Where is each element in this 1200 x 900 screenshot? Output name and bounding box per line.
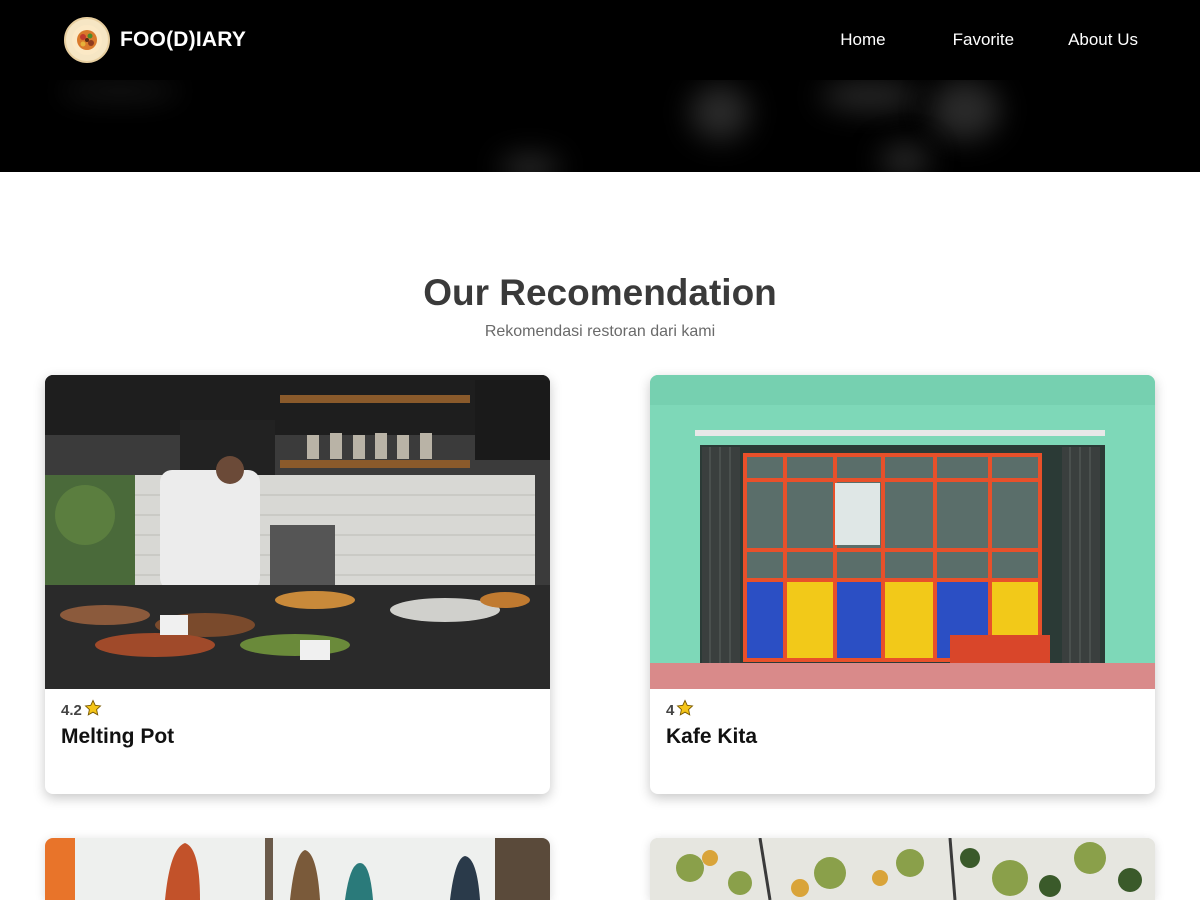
restaurant-image <box>650 838 1155 900</box>
section-subtitle: Rekomendasi restoran dari kami <box>484 323 716 340</box>
nav-about-link[interactable]: About Us <box>1068 30 1138 50</box>
restaurant-card[interactable]: 4 Kafe Kita <box>650 375 1155 794</box>
star-icon <box>84 699 102 721</box>
nav-home-link[interactable]: Home <box>840 30 885 50</box>
restaurant-image <box>45 375 550 689</box>
star-icon <box>676 699 694 721</box>
restaurant-image <box>45 838 550 900</box>
rating-value: 4 <box>666 701 675 719</box>
restaurant-card[interactable] <box>45 838 550 900</box>
rating: 4 <box>666 699 1139 721</box>
hero-banner: FOO(D)IARY Home Favorite About Us <box>0 0 1200 172</box>
nav-favorite-link[interactable]: Favorite <box>953 30 1014 50</box>
navbar: FOO(D)IARY Home Favorite About Us <box>0 0 1200 80</box>
restaurant-card[interactable]: 4.2 Melting Pot <box>45 375 550 794</box>
rating: 4.2 <box>61 699 534 721</box>
logo-icon <box>64 17 110 63</box>
restaurant-name[interactable]: Melting Pot <box>61 725 534 749</box>
nav-menu: Home Favorite About Us <box>840 0 1138 80</box>
brand[interactable]: FOO(D)IARY <box>64 17 246 63</box>
rating-value: 4.2 <box>61 701 82 719</box>
brand-name: FOO(D)IARY <box>120 28 247 51</box>
restaurant-name[interactable]: Kafe Kita <box>666 725 1139 749</box>
restaurant-card[interactable] <box>650 838 1155 900</box>
restaurant-image <box>650 375 1155 689</box>
section-title: Our Recomendation <box>423 272 777 313</box>
